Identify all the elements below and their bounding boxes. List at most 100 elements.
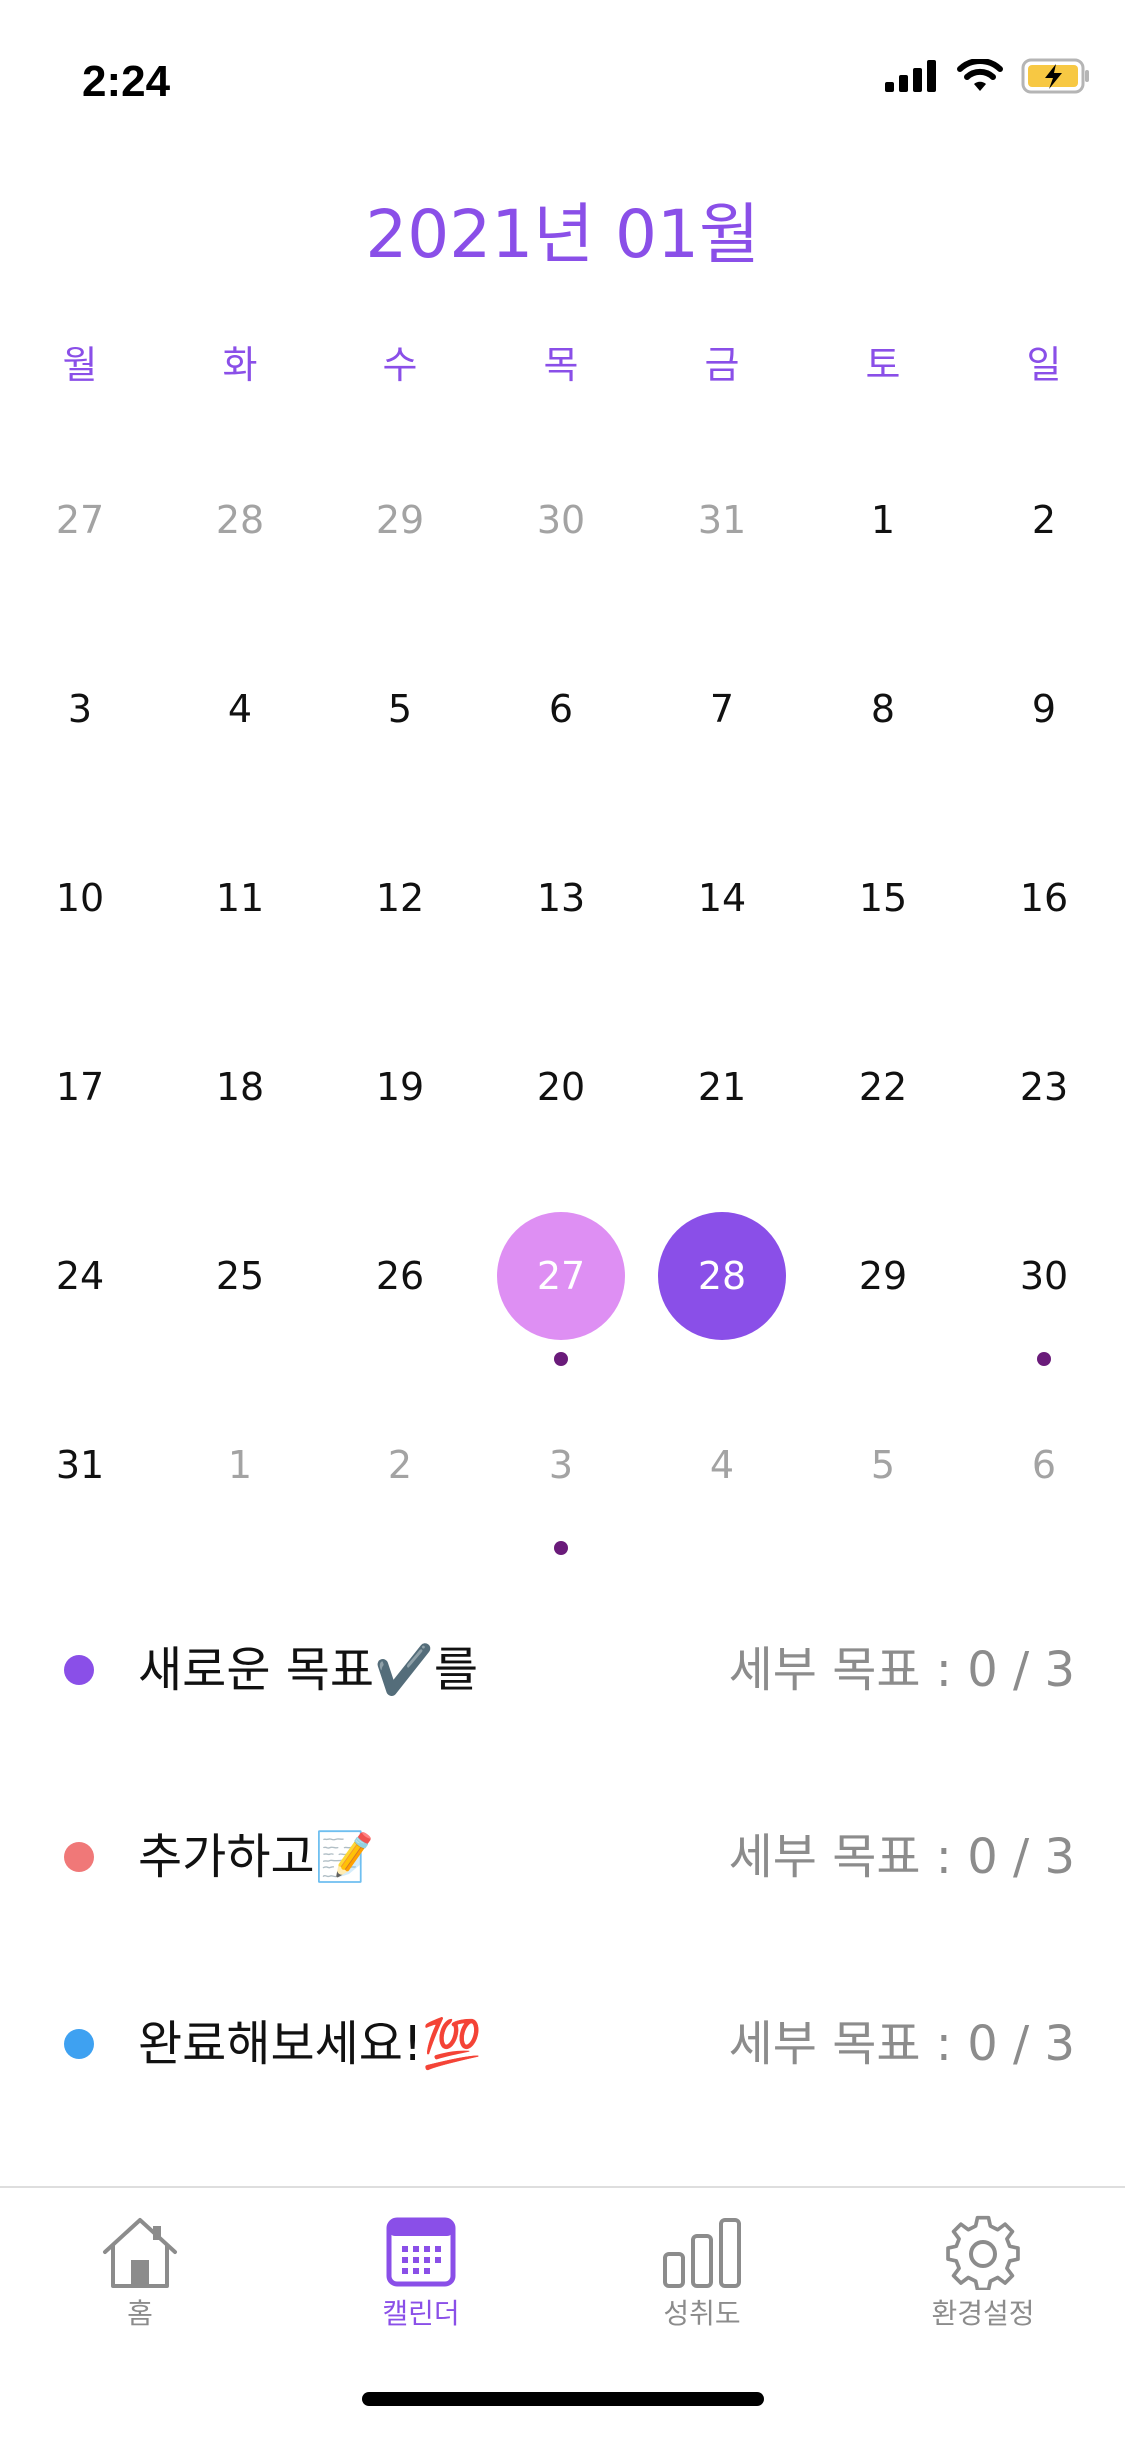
day-number: 6 [1031, 1443, 1057, 1487]
day-number: 20 [536, 1065, 586, 1109]
goal-progress: 세부 목표 : 0 / 3 [728, 2016, 1075, 2072]
calendar-day[interactable]: 29 [813, 1206, 953, 1346]
day-number: 29 [858, 1254, 908, 1298]
tab-label: 캘린더 [382, 2297, 460, 2330]
weekday-label: 금 [704, 343, 740, 387]
goal-item[interactable]: 추가하고📝 세부 목표 : 0 / 3 [0, 1797, 1125, 1917]
calendar-day[interactable]: 28 [170, 450, 310, 590]
tab-home[interactable]: 홈 [40, 2214, 240, 2334]
calendar-day[interactable]: 6 [974, 1395, 1114, 1535]
day-number: 6 [548, 687, 574, 731]
calendar-day[interactable]: 21 [652, 1017, 792, 1157]
day-number: 24 [55, 1254, 105, 1298]
day-number: 14 [697, 876, 747, 920]
day-number: 2 [1031, 498, 1057, 542]
calendar-day[interactable]: 5 [330, 639, 470, 779]
calendar-day[interactable]: 31 [10, 1395, 150, 1535]
calendar-day[interactable]: 7 [652, 639, 792, 779]
goal-item[interactable]: 완료해보세요!💯 세부 목표 : 0 / 3 [0, 1984, 1125, 2104]
calendar-day[interactable]: 1 [170, 1395, 310, 1535]
day-number: 30 [536, 498, 586, 542]
calendar-day[interactable]: 25 [170, 1206, 310, 1346]
goal-color-dot [64, 1655, 94, 1685]
goal-progress: 세부 목표 : 0 / 3 [728, 1642, 1075, 1698]
day-number: 3 [67, 687, 93, 731]
wifi-icon [957, 58, 1003, 97]
calendar-day[interactable]: 23 [974, 1017, 1114, 1157]
day-number: 17 [55, 1065, 105, 1109]
calendar-day[interactable]: 8 [813, 639, 953, 779]
calendar-day[interactable]: 18 [170, 1017, 310, 1157]
calendar-day[interactable]: 28 [652, 1206, 792, 1346]
day-number: 19 [375, 1065, 425, 1109]
tab-label: 성취도 [663, 2297, 741, 2330]
event-dot [554, 1541, 568, 1555]
calendar-day[interactable]: 3 [10, 639, 150, 779]
day-number: 10 [55, 876, 105, 920]
calendar-day[interactable]: 14 [652, 828, 792, 968]
day-number: 1 [227, 1443, 253, 1487]
goal-title: 새로운 목표✔️를 [138, 1642, 478, 1698]
day-number: 27 [536, 1254, 586, 1298]
event-dot [554, 1352, 568, 1366]
calendar-day[interactable]: 29 [330, 450, 470, 590]
calendar-day[interactable]: 2 [330, 1395, 470, 1535]
day-number: 29 [375, 498, 425, 542]
calendar-day[interactable]: 3 [491, 1395, 631, 1555]
tab-settings[interactable]: 환경설정 [883, 2214, 1083, 2334]
calendar-day[interactable]: 24 [10, 1206, 150, 1346]
calendar-day[interactable]: 17 [10, 1017, 150, 1157]
goal-title: 추가하고📝 [138, 1829, 375, 1885]
day-number: 8 [870, 687, 896, 731]
calendar-day[interactable]: 12 [330, 828, 470, 968]
day-number: 12 [375, 876, 425, 920]
calendar-day[interactable]: 2 [974, 450, 1114, 590]
calendar-day[interactable]: 31 [652, 450, 792, 590]
day-number: 28 [215, 498, 265, 542]
status-time: 2:24 [82, 57, 171, 106]
calendar-day[interactable]: 6 [491, 639, 631, 779]
calendar-day[interactable]: 27 [491, 1206, 631, 1366]
goal-title: 완료해보세요!💯 [138, 2016, 482, 2072]
day-number: 2 [387, 1443, 413, 1487]
weekday-label: 화 [222, 343, 258, 387]
calendar-day[interactable]: 15 [813, 828, 953, 968]
day-number: 16 [1019, 876, 1069, 920]
weekday-label: 토 [865, 343, 901, 387]
calendar-day[interactable]: 22 [813, 1017, 953, 1157]
day-number: 5 [387, 687, 413, 731]
calendar-day[interactable]: 16 [974, 828, 1114, 968]
day-number: 26 [375, 1254, 425, 1298]
day-number: 31 [55, 1443, 105, 1487]
weekday-label: 월 [62, 343, 98, 387]
day-number: 18 [215, 1065, 265, 1109]
calendar-day[interactable]: 11 [170, 828, 310, 968]
day-number: 7 [709, 687, 735, 731]
tab-calendar[interactable]: 캘린더 [321, 2214, 521, 2334]
calendar-day[interactable]: 13 [491, 828, 631, 968]
calendar-day[interactable]: 10 [10, 828, 150, 968]
calendar-day[interactable]: 19 [330, 1017, 470, 1157]
calendar-day[interactable]: 27 [10, 450, 150, 590]
day-number: 4 [227, 687, 253, 731]
day-number: 3 [548, 1443, 574, 1487]
calendar-day[interactable]: 4 [652, 1395, 792, 1535]
calendar-day[interactable]: 4 [170, 639, 310, 779]
tab-achievement[interactable]: 성취도 [602, 2214, 802, 2334]
battery-charging-icon [1021, 58, 1091, 98]
calendar-day[interactable]: 30 [491, 450, 631, 590]
day-number: 25 [215, 1254, 265, 1298]
goal-item[interactable]: 새로운 목표✔️를 세부 목표 : 0 / 3 [0, 1610, 1125, 1730]
bar-chart-icon [663, 2218, 741, 2288]
calendar-day[interactable]: 26 [330, 1206, 470, 1346]
calendar-day[interactable]: 5 [813, 1395, 953, 1535]
calendar-icon [386, 2217, 456, 2287]
event-dot [1037, 1352, 1051, 1366]
calendar-day[interactable]: 20 [491, 1017, 631, 1157]
calendar-day[interactable]: 9 [974, 639, 1114, 779]
day-number: 15 [858, 876, 908, 920]
calendar-day[interactable]: 1 [813, 450, 953, 590]
calendar-day[interactable]: 30 [974, 1206, 1114, 1366]
day-number: 9 [1031, 687, 1057, 731]
home-indicator[interactable] [362, 2392, 764, 2406]
